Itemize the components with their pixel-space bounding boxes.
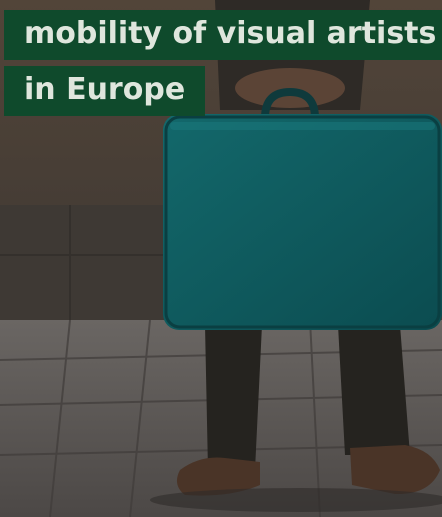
left-leg (205, 325, 262, 470)
right-leg (338, 325, 410, 455)
card-title-line-1[interactable]: mobility of visual artists (4, 10, 442, 60)
card-title-line-2[interactable]: in Europe (4, 66, 206, 116)
article-card[interactable]: mobility of visual artists in Europe (0, 0, 442, 517)
teal-suitcase (163, 114, 442, 330)
